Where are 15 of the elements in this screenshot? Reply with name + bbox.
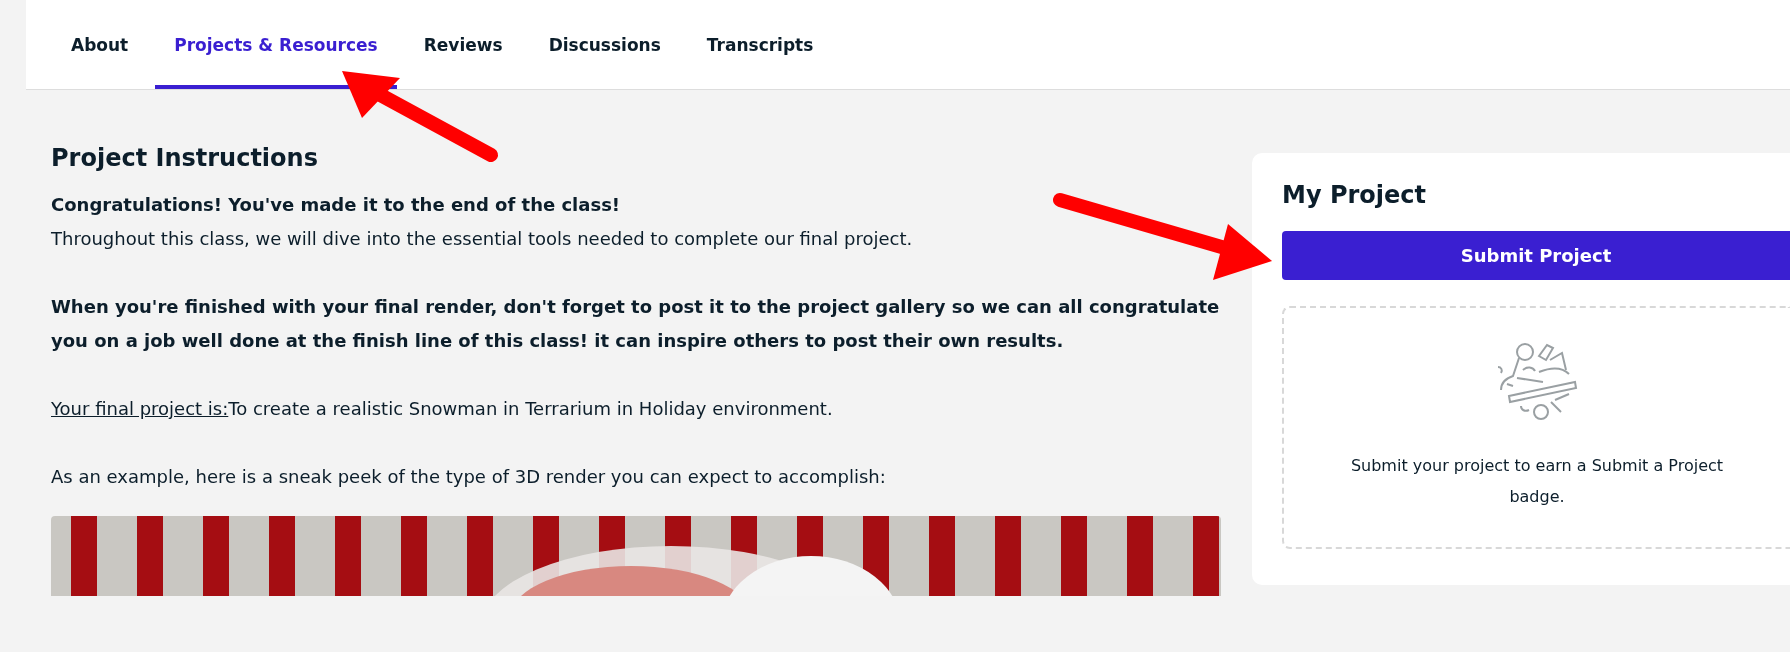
card-title: My Project — [1282, 181, 1427, 209]
badge-description: Submit your project to earn a Submit a Project badge. — [1349, 455, 1725, 508]
tab[interactable]: Discussions — [529, 0, 680, 89]
final-project-text: To create a realistic Snowman in Terrarium in Holiday environment. — [228, 398, 833, 419]
intro-text: Throughout this class, we will dive into the essential tools needed to complete our final project. — [51, 227, 914, 251]
example-text: As an example, here is a sneak peek of the type of 3D render you can expect to accomplish: — [51, 465, 887, 489]
reminder-text: When you're finished with your final render, don't forget to post it to the project gallery so we can all congratulate you on a job well done at the finish line of this class! it can inspire others to post their own results. — [51, 295, 1221, 353]
intro-heading: Congratulations! You've made it to the end of the class! — [51, 193, 622, 217]
submit-button[interactable]: Submit Project — [1282, 231, 1790, 280]
tab[interactable]: About — [52, 0, 148, 89]
shapes-icon — [1495, 342, 1579, 420]
section-title: Project Instructions — [51, 143, 319, 174]
final-project-label: Your final project is: — [51, 398, 229, 419]
tab[interactable]: Transcripts — [687, 0, 833, 89]
tab[interactable]: Reviews — [404, 0, 522, 89]
